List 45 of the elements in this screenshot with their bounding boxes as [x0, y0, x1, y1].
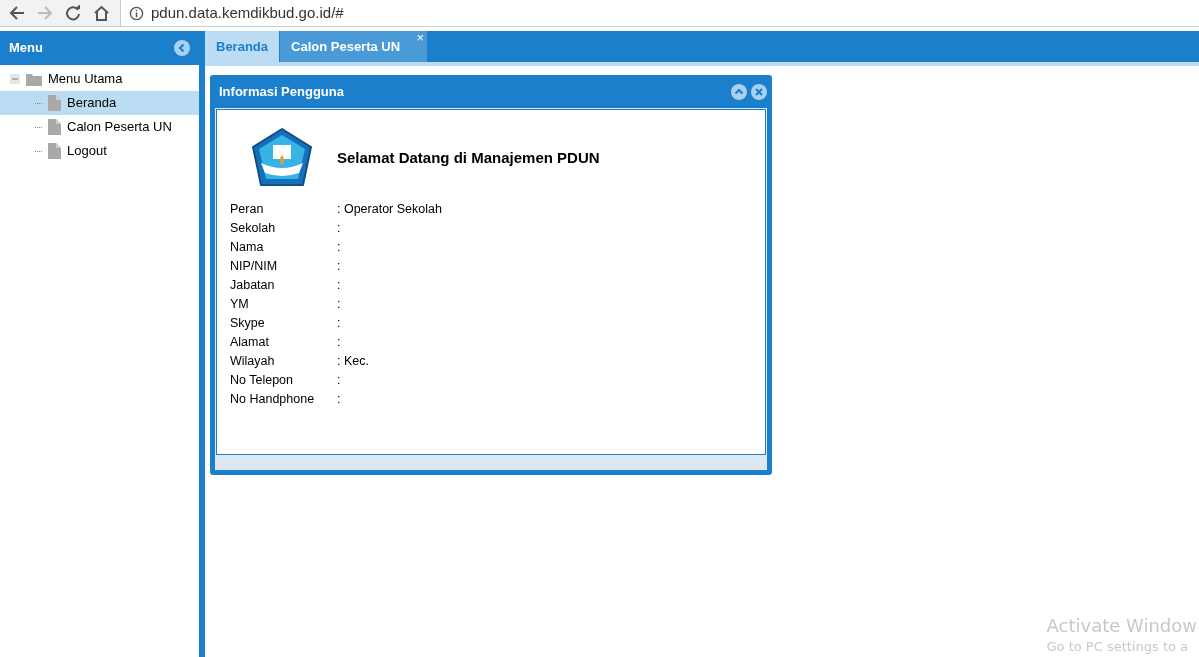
- field-value: : Operator Sekolah: [337, 201, 442, 219]
- collapse-up-icon[interactable]: [731, 83, 747, 100]
- sidebar-title: Menu: [9, 39, 43, 58]
- field-label: NIP/NIM: [230, 258, 279, 276]
- welcome-heading: Selamat Datang di Manajemen PDUN: [337, 147, 600, 168]
- folder-icon: [26, 72, 42, 86]
- tree-item[interactable]: Beranda: [0, 91, 199, 115]
- field-value: :: [337, 391, 341, 409]
- field-label: Peran: [230, 201, 265, 219]
- collapse-toggle-icon[interactable]: [10, 74, 22, 84]
- field-label: Sekolah: [230, 220, 277, 238]
- tree-item[interactable]: Menu Utama: [0, 67, 199, 91]
- field-value: :: [337, 239, 341, 257]
- url-text: pdun.data.kemdikbud.go.id/#: [151, 2, 344, 23]
- address-bar[interactable]: pdun.data.kemdikbud.go.id/#: [120, 0, 1199, 26]
- field-value: :: [337, 315, 341, 333]
- field-label: No Telepon: [230, 372, 294, 390]
- field-value: :: [337, 334, 341, 352]
- emblem-logo-icon: [249, 127, 315, 189]
- field-value: : Kec.: [337, 353, 369, 371]
- back-arrow-icon[interactable]: [9, 5, 25, 21]
- field-label: No Handphone: [230, 391, 316, 409]
- field-label: YM: [230, 296, 250, 314]
- reload-icon[interactable]: [65, 5, 81, 21]
- panel-title: Informasi Pengguna: [219, 82, 344, 101]
- collapse-icon[interactable]: [174, 40, 190, 56]
- field-value: :: [337, 277, 341, 295]
- field-label: Skype: [230, 315, 266, 333]
- field-value: :: [337, 258, 341, 276]
- field-value: :: [337, 220, 341, 238]
- document-icon: [48, 95, 61, 111]
- field-value: :: [337, 296, 341, 314]
- field-value: :: [337, 372, 341, 390]
- close-icon[interactable]: [751, 83, 767, 100]
- document-icon: [48, 119, 61, 135]
- field-label: Jabatan: [230, 277, 276, 295]
- info-icon: [129, 5, 144, 21]
- document-icon: [48, 143, 61, 159]
- field-label: Alamat: [230, 334, 270, 352]
- forward-arrow-icon[interactable]: [37, 5, 53, 21]
- field-label: Wilayah: [230, 353, 276, 371]
- tree-item[interactable]: Logout: [0, 139, 199, 163]
- home-icon[interactable]: [93, 5, 110, 21]
- field-label: Nama: [230, 239, 265, 257]
- tree-item[interactable]: Calon Peserta UN: [0, 115, 199, 139]
